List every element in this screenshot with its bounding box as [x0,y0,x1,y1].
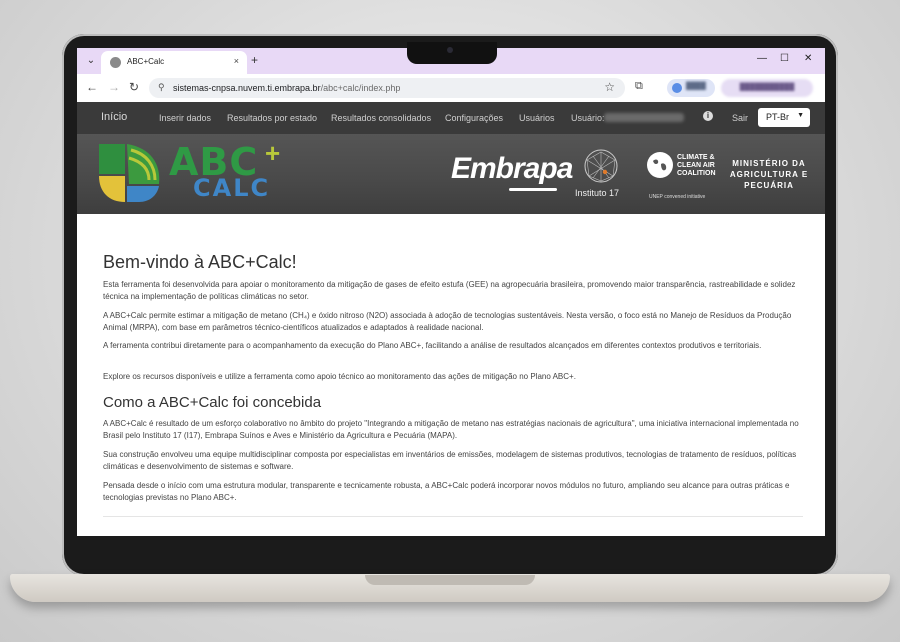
nav-resultados-estado[interactable]: Resultados por estado [227,113,317,123]
language-value: PT-Br [766,112,790,122]
nav-inserir-dados[interactable]: Inserir dados [159,113,211,123]
user-name-redacted [604,113,684,122]
favicon-icon [110,57,121,68]
embrapa-swoosh [509,188,557,191]
camera-notch [407,42,497,64]
page-title: Bem-vindo à ABC+Calc! [103,252,297,272]
profile-button[interactable]: ████ [667,79,715,97]
instituto17-label: Instituto 17 [575,188,620,198]
ccac-globe-icon [647,152,673,178]
url-path: /abc+calc/index.php [320,83,401,93]
chevron-down-icon: ▼ [797,112,804,119]
ministerio-logo: MINISTÉRIO DA AGRICULTURA E PECUÁRIA [729,158,809,191]
site-info-icon[interactable]: ⚲ [158,82,165,93]
ccac-line: COALITION [677,170,716,177]
back-icon[interactable]: ← [86,80,98,94]
logout-link[interactable]: Sair [732,113,748,123]
url-host: sistemas-cnpsa.nuvem.ti.embrapa.br [173,83,321,93]
tab-close-icon[interactable]: × [234,56,239,66]
instituto17-globe-icon [584,149,618,183]
about-paragraph: Pensada desde o início com uma estrutura… [103,481,790,502]
abc-leaf-logo [99,144,160,202]
tab-search-icon[interactable]: ⌄ [83,53,99,69]
intro-paragraph: A ABC+Calc permite estimar a mitigação d… [103,311,792,332]
minimize-icon[interactable]: — [757,53,767,64]
new-tab-icon[interactable]: + [251,53,258,67]
extensions-icon[interactable]: ⧉ [635,80,643,93]
nav-configuracoes[interactable]: Configurações [445,113,503,123]
intro-paragraph: Esta ferramenta foi desenvolvida para ap… [103,280,796,301]
ccac-line: CLEAN AIR [677,162,715,169]
about-paragraph: A ABC+Calc é resultado de um esforço col… [103,419,799,440]
header-banner: ABC + CALC Embrapa Instituto 17 CLIMATE … [77,134,825,214]
intro-paragraph: Explore os recursos disponíveis e utiliz… [103,372,576,381]
window-close-icon[interactable]: ✕ [804,53,812,64]
calc-logo-text: CALC [193,174,271,202]
reload-icon[interactable]: ↻ [129,80,139,94]
bookmark-star-icon[interactable]: ☆ [604,80,615,94]
ministerio-line: MINISTÉRIO DA [732,159,806,168]
nav-user-label: Usuário: [571,113,605,123]
nav-usuarios[interactable]: Usuários [519,113,555,123]
avatar [672,83,682,93]
abc-plus: + [265,138,281,168]
section-title: Como a ABC+Calc foi concebida [103,394,322,411]
main-content: Bem-vindo à ABC+Calc! Esta ferramenta fo… [77,214,825,536]
maximize-icon[interactable]: ☐ [780,53,789,64]
laptop-lid-groove [365,575,535,585]
ccac-line: CLIMATE & [677,154,715,161]
address-bar[interactable]: ⚲ sistemas-cnpsa.nuvem.ti.embrapa.br/abc… [149,78,625,98]
divider [103,516,803,517]
ccac-subtitle: UNEP convened initiative [649,194,706,200]
screen: ⌄ ABC+Calc × + — ☐ ✕ ← → ↻ ⚲ sistemas-cn… [77,48,825,536]
url-text[interactable]: sistemas-cnpsa.nuvem.ti.embrapa.br/abc+c… [173,83,400,93]
tab-title: ABC+Calc [127,57,165,66]
ministerio-line: PECUÁRIA [744,181,794,190]
embrapa-logo: Embrapa [451,152,573,185]
browser-update-button-redacted[interactable]: ███████████ [721,79,813,97]
camera-lens [447,47,453,53]
info-icon[interactable]: i [703,111,713,121]
language-select[interactable]: PT-Br ▼ [758,108,810,127]
profile-name-redacted: ████ [686,83,706,90]
nav-home[interactable]: Início [101,111,127,123]
ccac-title: CLIMATE & CLEAN AIR COALITION [677,154,716,178]
forward-icon[interactable]: → [108,80,120,94]
site-navbar: Início Inserir dados Resultados por esta… [77,102,825,134]
ministerio-line: AGRICULTURA E [729,170,809,179]
browser-tab[interactable]: ABC+Calc × [101,51,247,74]
about-paragraph: Sua construção envolveu uma equipe multi… [103,450,797,471]
browser-toolbar: ← → ↻ ⚲ sistemas-cnpsa.nuvem.ti.embrapa.… [77,74,825,103]
nav-resultados-consolidados[interactable]: Resultados consolidados [331,113,431,123]
intro-paragraph: A ferramenta contribui diretamente para … [103,341,762,350]
